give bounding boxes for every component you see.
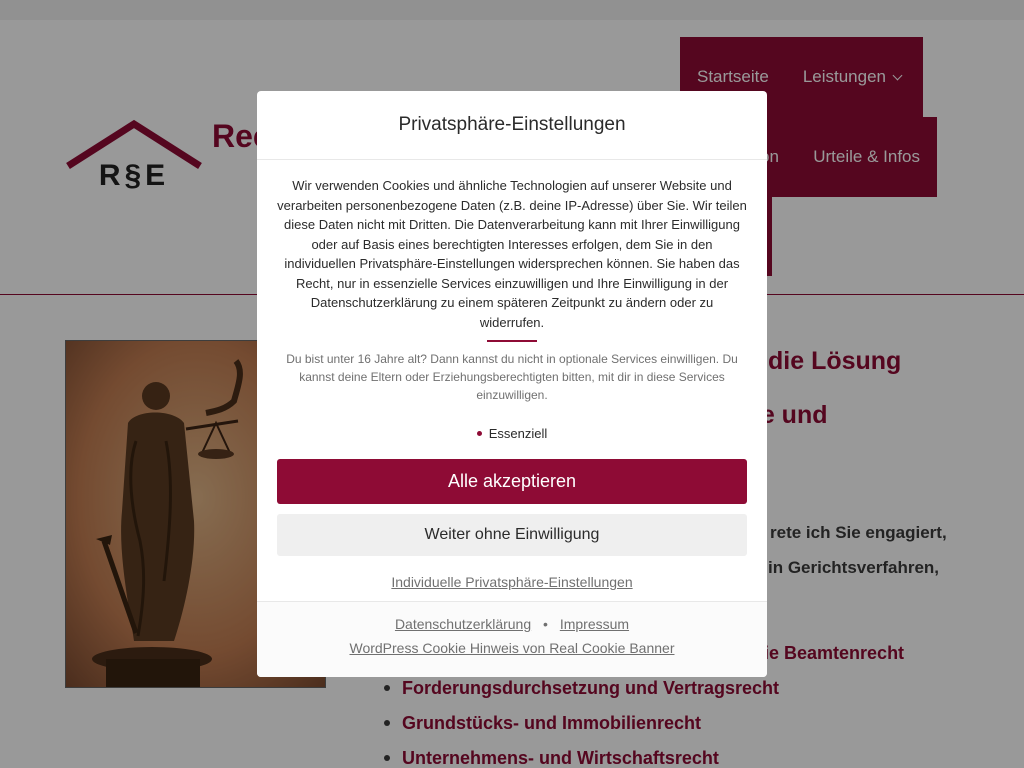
accept-all-button[interactable]: Alle akzeptieren [277, 459, 747, 504]
individual-settings-link[interactable]: Individuelle Privatsphäre-Einstellungen [391, 574, 632, 590]
cookie-consent-dialog: Privatsphäre-Einstellungen Wir verwenden… [257, 91, 767, 677]
dialog-title: Privatsphäre-Einstellungen [398, 114, 626, 135]
banner-credit: WordPress Cookie Hinweis von Real Cookie… [257, 640, 767, 656]
dialog-header: Privatsphäre-Einstellungen [257, 91, 767, 160]
real-cookie-banner-link[interactable]: WordPress Cookie Hinweis von Real Cookie… [349, 640, 674, 656]
service-group-essential: Essenziell [277, 426, 747, 441]
consent-description: Wir verwenden Cookies und ähnliche Techn… [277, 178, 747, 330]
link-separator: • [543, 616, 548, 632]
dialog-footer: Datenschutzerklärung • Impressum WordPre… [257, 601, 767, 677]
bullet-icon [476, 431, 482, 436]
divider [487, 340, 537, 342]
age-notice: Du bist unter 16 Jahre alt? Dann kannst … [286, 352, 738, 402]
dialog-body: Wir verwenden Cookies und ähnliche Techn… [257, 160, 767, 592]
imprint-link[interactable]: Impressum [560, 616, 629, 632]
privacy-policy-link[interactable]: Datenschutzerklärung [395, 616, 531, 632]
service-group-label: Essenziell [488, 426, 548, 441]
continue-without-consent-button[interactable]: Weiter ohne Einwilligung [277, 514, 747, 556]
footer-links: Datenschutzerklärung • Impressum [257, 616, 767, 632]
